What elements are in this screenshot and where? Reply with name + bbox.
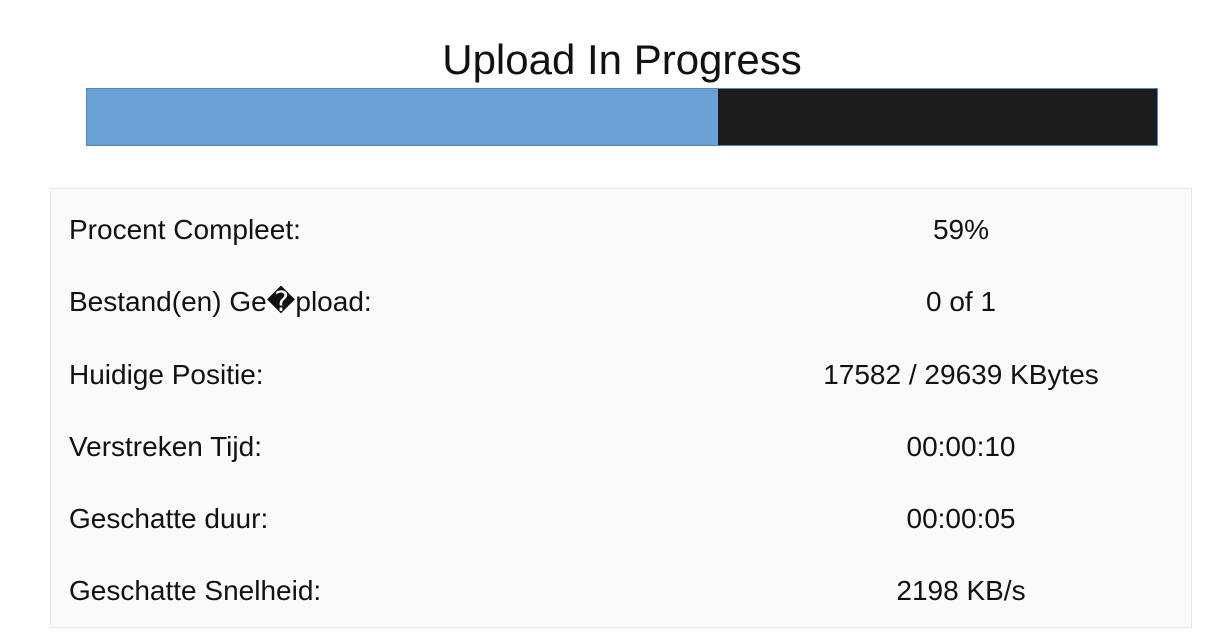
stat-row-percent-complete: Procent Compleet: 59% bbox=[51, 210, 1191, 250]
stat-value: 2198 KB/s bbox=[896, 575, 1026, 606]
stat-row-files-uploaded: Bestand(en) Ge�pload: 0 of 1 bbox=[51, 282, 1191, 322]
stat-label: Bestand(en) Ge�pload: bbox=[69, 286, 372, 317]
stat-label: Geschatte duur: bbox=[69, 503, 269, 534]
stat-value: 59% bbox=[932, 214, 990, 245]
stat-row-current-position: Huidige Positie: 17582 / 29639 KBytes bbox=[51, 355, 1191, 395]
stat-value: 17582 / 29639 KBytes bbox=[823, 359, 1099, 390]
stat-label: Procent Compleet: bbox=[69, 214, 301, 245]
stat-label: Verstreken Tijd: bbox=[69, 431, 262, 462]
stat-value: 00:00:05 bbox=[906, 503, 1016, 534]
stat-value: 00:00:10 bbox=[906, 431, 1016, 462]
upload-stats-panel: Procent Compleet: 59% Bestand(en) Ge�plo… bbox=[50, 188, 1192, 628]
stat-value: 0 of 1 bbox=[925, 286, 997, 317]
upload-progress-bar bbox=[86, 88, 1158, 146]
stat-row-estimated-duration: Geschatte duur: 00:00:05 bbox=[51, 499, 1191, 539]
stat-row-estimated-speed: Geschatte Snelheid: 2198 KB/s bbox=[51, 571, 1191, 611]
stat-label: Huidige Positie: bbox=[69, 359, 264, 390]
upload-title: Upload In Progress bbox=[442, 36, 802, 83]
stat-label: Geschatte Snelheid: bbox=[69, 575, 322, 606]
stat-row-elapsed-time: Verstreken Tijd: 00:00:10 bbox=[51, 427, 1191, 467]
upload-progress-fill bbox=[87, 89, 719, 145]
